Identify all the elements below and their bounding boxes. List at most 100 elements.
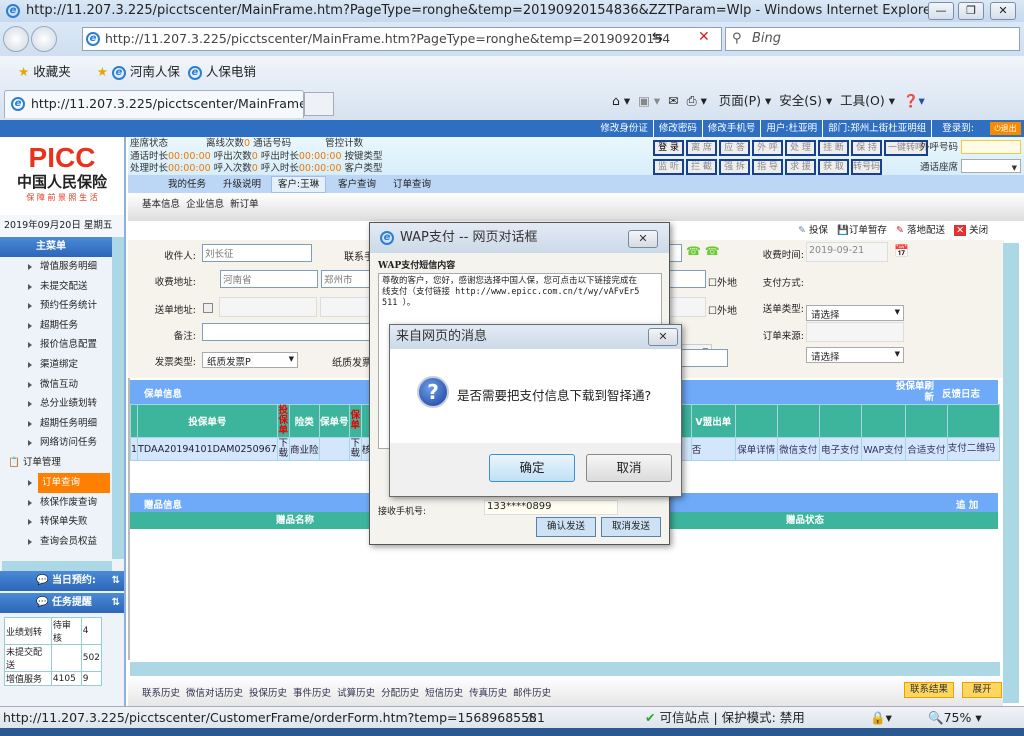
tab-customer[interactable]: 客户:王琳 xyxy=(271,176,326,193)
close-window-button[interactable]: ✕ xyxy=(990,2,1016,20)
outside-checkbox[interactable]: ☐外地 xyxy=(708,274,737,289)
menu-item[interactable]: 微信互动 xyxy=(0,375,112,395)
print-icon[interactable]: ⎙ ▾ xyxy=(687,93,707,108)
cti-button[interactable]: 转号码 xyxy=(851,159,882,175)
subtab-new-order[interactable]: 新订单 xyxy=(230,199,259,210)
cti-button[interactable]: 挂 断 xyxy=(818,140,849,156)
history-link[interactable]: 事件历史 xyxy=(293,688,331,699)
menu-group-order-management[interactable]: 📋 订单管理 xyxy=(0,453,124,473)
page-menu[interactable]: 页面(P) xyxy=(719,93,761,108)
tools-menu[interactable]: 工具(O) xyxy=(840,93,885,108)
expand-button[interactable]: 展开 xyxy=(962,682,1002,698)
ok-button[interactable]: 确定 xyxy=(489,454,575,482)
send-address-checkbox[interactable] xyxy=(203,303,213,313)
fav-link[interactable]: 人保电销 xyxy=(206,64,256,79)
wap-pay-link[interactable]: WAP支付 xyxy=(860,437,906,461)
history-link[interactable]: 联系历史 xyxy=(142,688,180,699)
menu-item[interactable]: 转保单失败 xyxy=(0,512,112,532)
gift-add-link[interactable]: 追 加 xyxy=(956,497,978,511)
fav-link[interactable]: 河南人保 xyxy=(130,64,180,79)
menu-item[interactable]: 预约任务统计 xyxy=(0,296,112,316)
message-close-button[interactable]: ✕ xyxy=(648,328,678,346)
menu-item[interactable]: 渠道绑定 xyxy=(0,355,112,375)
suitable-pay-link[interactable]: 合适支付 xyxy=(904,437,948,461)
menu-item[interactable]: 增值服务明细 xyxy=(0,257,112,277)
e-pay-link[interactable]: 电子支付 xyxy=(818,437,862,461)
cti-button[interactable]: 登 录 xyxy=(653,140,684,156)
subtab-basic-info[interactable]: 基本信息 xyxy=(142,199,180,210)
outcall-input[interactable] xyxy=(961,140,1021,154)
cti-button[interactable]: 保 持 xyxy=(851,140,882,156)
receiver-input[interactable]: 刘长征 xyxy=(202,244,312,262)
payment-method-select[interactable]: 请选择 xyxy=(806,305,904,321)
content-hscrollbar[interactable] xyxy=(130,662,1000,676)
page-report-icon[interactable]: ⚠ xyxy=(525,707,536,729)
forward-button[interactable] xyxy=(31,26,57,52)
invoice-type-select[interactable]: 纸质发票P xyxy=(202,352,298,368)
security-icon[interactable]: 🔒▾ xyxy=(870,707,892,729)
stop-icon[interactable]: ✕ xyxy=(698,29,710,45)
history-link[interactable]: 微信对话历史 xyxy=(186,688,243,699)
history-link[interactable]: 邮件历史 xyxy=(513,688,551,699)
save-draft-button[interactable]: 订单暂存 xyxy=(849,225,887,236)
zoom-control[interactable]: 🔍75% ▾ xyxy=(928,707,982,729)
cti-button[interactable]: 求 援 xyxy=(785,159,816,175)
send-province-input[interactable] xyxy=(219,297,317,317)
charge-time-input[interactable]: 2019-09-21 xyxy=(806,242,888,262)
feedback-log-link[interactable]: 反馈日志 xyxy=(942,386,980,400)
cti-button[interactable]: 处 理 xyxy=(785,140,816,156)
edit-id-link[interactable]: 修改身份证 xyxy=(595,120,654,137)
back-button[interactable] xyxy=(3,26,29,52)
call-icons[interactable]: ☎ ☎ xyxy=(686,244,720,258)
logout-button[interactable]: ⏻退出 xyxy=(990,122,1021,135)
wechat-pay-link[interactable]: 微信支付 xyxy=(776,437,820,461)
cti-button[interactable]: 外 呼 xyxy=(752,140,783,156)
menu-item[interactable]: 超期任务 xyxy=(0,316,112,336)
help-icon[interactable]: ❓▾ xyxy=(903,93,925,108)
cancel-send-button[interactable]: 取消发送 xyxy=(601,517,661,537)
tab-upgrade-notes[interactable]: 升级说明 xyxy=(223,177,261,193)
cti-button[interactable]: 监 听 xyxy=(653,159,684,175)
menu-item[interactable]: 网络访问任务 xyxy=(0,433,112,453)
address-bar[interactable]: e http://11.207.3.225/picctscenter/MainFr… xyxy=(82,27,722,51)
refresh-icon[interactable]: ⇅ xyxy=(112,571,120,591)
app-download-link[interactable]: 下载 xyxy=(276,437,290,461)
send-city-input[interactable] xyxy=(320,297,370,317)
policy-download-link[interactable]: 下载 xyxy=(348,437,362,461)
cti-button[interactable]: 离 席 xyxy=(686,140,717,156)
send-outside-checkbox[interactable]: ☐外地 xyxy=(708,302,737,317)
policy-refresh-link[interactable]: 投保单刷新 xyxy=(888,381,934,403)
menu-item[interactable]: 核保作废查询 xyxy=(0,493,112,513)
menu-item[interactable]: 查询会员权益 xyxy=(0,532,112,552)
seat-select[interactable] xyxy=(961,159,1021,175)
refresh-icon[interactable]: ⇅ xyxy=(112,593,120,613)
new-tab-button[interactable] xyxy=(304,92,334,116)
send-type-select[interactable]: 请选择 xyxy=(806,347,904,363)
menu-hscrollbar[interactable] xyxy=(2,561,112,571)
delivery-button[interactable]: 落地配送 xyxy=(907,225,945,236)
subtab-company-info[interactable]: 企业信息 xyxy=(186,199,224,210)
menu-scrollbar[interactable] xyxy=(112,237,124,559)
policy-detail-link[interactable]: 保单详情 xyxy=(734,437,778,461)
send-detail-input[interactable] xyxy=(666,297,706,317)
search-input[interactable]: ⚲ Bing xyxy=(725,27,1020,51)
detail-address-input[interactable] xyxy=(666,270,706,288)
refresh-icon[interactable]: ⇆ xyxy=(652,30,663,45)
tab-customer-query[interactable]: 客户查询 xyxy=(338,177,376,193)
today-appointments-header[interactable]: 💬 当日预约: ⇅ xyxy=(0,571,124,591)
pay-qrcode-link[interactable]: 支付二维码 xyxy=(946,437,1001,461)
safety-menu[interactable]: 安全(S) xyxy=(779,93,822,108)
province-input[interactable]: 河南省 xyxy=(220,270,318,288)
close-button[interactable]: 关闭 xyxy=(969,225,988,236)
menu-item[interactable]: 报价信息配置 xyxy=(0,335,112,355)
edit-password-link[interactable]: 修改密码 xyxy=(654,120,703,137)
history-link[interactable]: 分配历史 xyxy=(381,688,419,699)
add-favorite-icon[interactable]: ★ xyxy=(97,64,108,79)
cancel-button[interactable]: 取消 xyxy=(586,454,672,482)
page-vscrollbar[interactable] xyxy=(1003,243,1019,703)
phone-input[interactable]: 133****0899 xyxy=(484,500,618,515)
mail-icon[interactable]: ✉ xyxy=(668,93,678,108)
history-link[interactable]: 试算历史 xyxy=(337,688,375,699)
tab-order-query[interactable]: 订单查询 xyxy=(393,177,431,193)
remark-input[interactable] xyxy=(202,323,372,341)
